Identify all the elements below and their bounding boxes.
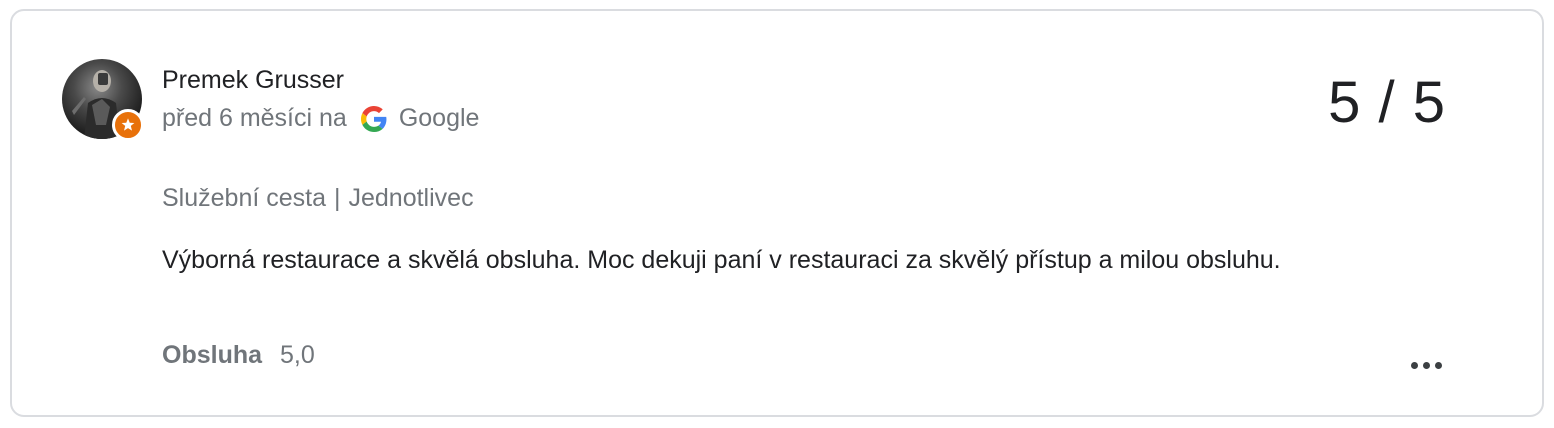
google-g-icon xyxy=(360,105,387,132)
author-name[interactable]: Premek Grusser xyxy=(162,66,344,95)
review-card: Premek Grusser před 6 měsíci na Google 5… xyxy=(10,9,1544,417)
review-score: 5 / 5 xyxy=(1328,70,1446,135)
trip-type: Služební cesta xyxy=(162,184,326,212)
more-options-icon-dot xyxy=(1434,361,1442,369)
more-options-icon-dot xyxy=(1422,361,1430,369)
review-time: před 6 měsíci na xyxy=(162,104,347,132)
review-meta: před 6 měsíci na Google xyxy=(162,104,479,133)
review-text: Výborná restaurace a skvělá obsluha. Moc… xyxy=(162,246,1281,274)
more-options-button[interactable] xyxy=(1406,353,1446,377)
trip-info: Služební cesta | Jednotlivec xyxy=(162,184,474,213)
traveler-type: Jednotlivec xyxy=(348,184,474,212)
trip-info-separator: | xyxy=(334,184,341,212)
rating-category-value: 5,0 xyxy=(280,341,315,369)
more-options-icon xyxy=(1410,361,1418,369)
local-guide-star-icon xyxy=(112,109,144,141)
review-source: Google xyxy=(398,104,480,132)
category-rating: Obsluha 5,0 xyxy=(162,341,315,370)
rating-category-label: Obsluha xyxy=(162,341,263,369)
